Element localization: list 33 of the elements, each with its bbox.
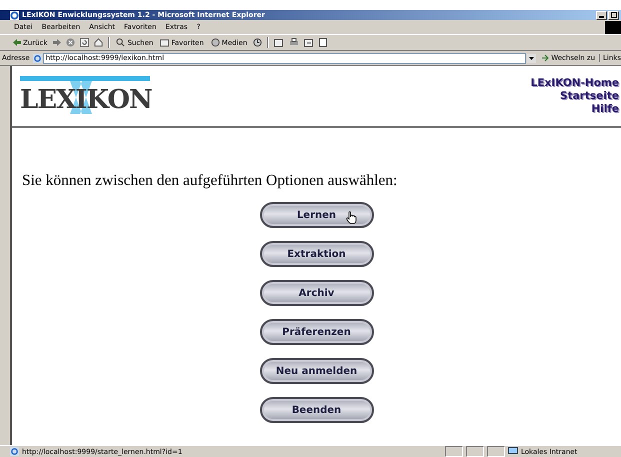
arrow-icon bbox=[541, 54, 550, 62]
maximize-icon bbox=[610, 12, 616, 18]
option-button[interactable]: Extraktion bbox=[260, 241, 374, 267]
option-button[interactable]: Lernen bbox=[260, 202, 374, 228]
lexikon-logo: LEXIKON bbox=[20, 76, 156, 116]
option-button[interactable]: Archiv bbox=[260, 280, 374, 306]
dropdown-arrow-icon[interactable] bbox=[527, 54, 536, 62]
stop-icon[interactable] bbox=[66, 38, 76, 47]
status-panel bbox=[487, 446, 505, 457]
option-button[interactable]: Präferenzen bbox=[260, 319, 374, 345]
page-icon bbox=[32, 54, 42, 62]
print-icon[interactable] bbox=[289, 38, 300, 47]
refresh-icon[interactable] bbox=[80, 38, 90, 47]
status-panel bbox=[466, 446, 484, 457]
intro-text: Sie können zwischen den aufgeführten Optionen auswählen: bbox=[22, 172, 398, 190]
nav-link[interactable]: LExIKON-Home bbox=[530, 77, 619, 89]
status-panel bbox=[445, 446, 463, 457]
back-arrow-icon bbox=[13, 39, 21, 46]
search-icon bbox=[116, 38, 126, 47]
document-icon[interactable] bbox=[319, 38, 328, 47]
forward-icon[interactable] bbox=[53, 39, 62, 46]
maximize-button[interactable] bbox=[608, 10, 619, 20]
option-button[interactable]: Beenden bbox=[260, 397, 374, 423]
minimize-button[interactable] bbox=[596, 10, 607, 20]
nav-link[interactable]: Hilfe bbox=[591, 103, 619, 115]
disc-icon bbox=[210, 38, 220, 47]
browser-icon bbox=[10, 10, 19, 20]
intranet-icon bbox=[508, 447, 518, 456]
page-icon bbox=[10, 447, 19, 456]
history-icon[interactable] bbox=[253, 38, 262, 47]
nav-link[interactable]: Startseite bbox=[560, 90, 619, 102]
option-button[interactable]: Neu anmelden bbox=[260, 358, 374, 384]
home-icon[interactable] bbox=[94, 38, 104, 47]
